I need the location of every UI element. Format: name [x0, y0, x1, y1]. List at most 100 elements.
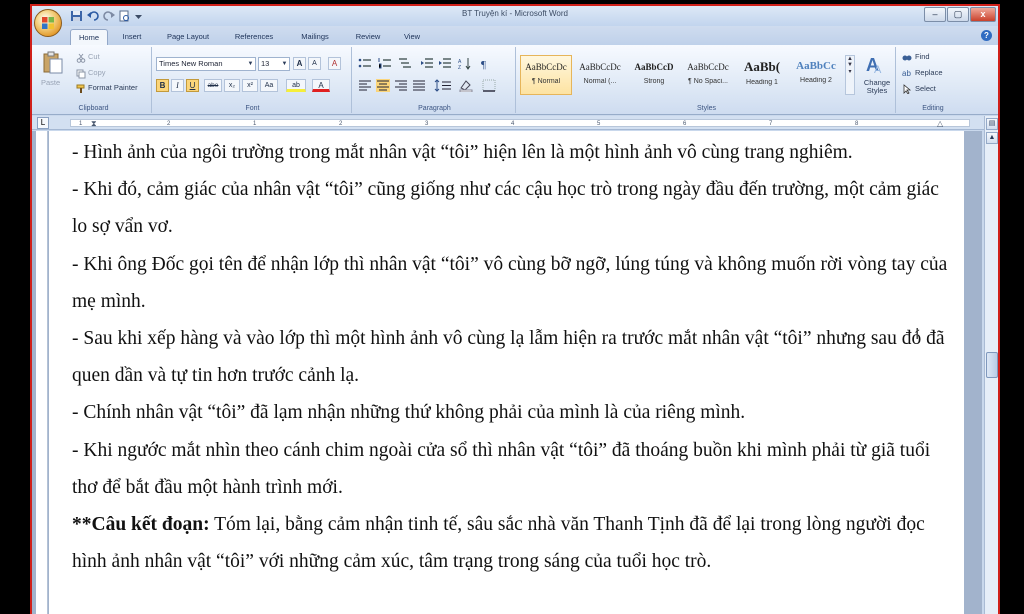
ruler-number: 5 [597, 121, 601, 127]
tab-selector[interactable]: L [37, 117, 49, 129]
paragraph-group-label: Paragraph [418, 105, 451, 112]
font-group-label: Font [245, 105, 260, 112]
scroll-up-icon[interactable]: ▲ [986, 132, 998, 144]
tab-home[interactable]: Home [70, 29, 108, 45]
style-sample: AaBbCcDc [579, 62, 621, 72]
font-color-button[interactable]: A [312, 79, 330, 92]
conclusion-paragraph[interactable]: **Câu kết đoạn: Tóm lại, bằng cảm nhận t… [72, 506, 952, 580]
tab-page-layout[interactable]: Page Layout [156, 29, 220, 45]
bold-button[interactable]: B [156, 79, 169, 92]
clear-formatting-button[interactable]: A [328, 57, 341, 70]
increase-indent-icon[interactable] [438, 57, 452, 70]
screen: BT Truyện kí - Microsoft Word – ▢ x Home… [0, 0, 1024, 614]
style-sample: AaBb( [743, 59, 781, 74]
style-normal-variant[interactable]: AaBbCcDc Normal (... [574, 55, 626, 95]
italic-button[interactable]: I [171, 79, 184, 92]
paste-icon[interactable] [42, 51, 64, 75]
ruler-number: 3 [425, 121, 429, 127]
select-button[interactable]: Select [915, 83, 936, 95]
decrease-indent-icon[interactable] [420, 57, 434, 70]
font-size-combo[interactable]: 13 ▼ [258, 57, 290, 71]
styles-group-label: Styles [696, 105, 717, 112]
paragraph[interactable]: - Hình ảnh của ngôi trường trong mắt nhâ… [72, 134, 952, 171]
copy-icon [76, 69, 86, 79]
ruler-number: 4 [511, 121, 515, 127]
copy-button[interactable]: Copy [88, 67, 106, 79]
minimize-button[interactable]: – [924, 7, 946, 22]
styles-group: AaBbCcDc ¶ Normal AaBbCcDc Normal (... A… [518, 47, 896, 113]
sort-icon[interactable]: AZ [458, 57, 472, 70]
indent-marker-icon[interactable]: ⧗ [91, 120, 97, 128]
horizontal-ruler[interactable]: 1 ⧗ 2 1 2 3 4 5 6 7 8 △ [70, 119, 970, 128]
vertical-ruler[interactable] [36, 131, 48, 614]
style-sample: AaBbCcD [634, 62, 674, 72]
style-normal[interactable]: AaBbCcDc ¶ Normal [520, 55, 572, 95]
tab-view[interactable]: View [394, 29, 430, 45]
scroll-thumb[interactable] [986, 352, 998, 378]
font-group: Times New Roman ▼ 13 ▼ A A A B I U abe x… [154, 47, 352, 113]
format-painter-button[interactable]: Format Painter [88, 82, 138, 94]
ruler-row: L 1 ⧗ 2 1 2 3 4 5 6 7 8 △ [32, 116, 998, 130]
editing-group-label: Editing [922, 105, 944, 112]
conclusion-label: **Câu kết đoạn: [72, 514, 210, 536]
find-button[interactable]: Find [915, 51, 930, 63]
style-heading-1[interactable]: AaBb( Heading 1 [736, 55, 788, 95]
paragraph[interactable]: - Chính nhân vật “tôi” đã lạm nhận những… [72, 394, 952, 431]
style-heading-2[interactable]: AaBbCc Heading 2 [790, 55, 842, 95]
document-page[interactable]: - Hình ảnh của ngôi trường trong mắt nhâ… [49, 131, 964, 614]
ruler-toggle-icon[interactable]: ▤ [986, 118, 998, 130]
tab-insert[interactable]: Insert [112, 29, 152, 45]
strikethrough-button[interactable]: abe [204, 79, 222, 92]
font-name-combo[interactable]: Times New Roman ▼ [156, 57, 256, 71]
replace-button[interactable]: Replace [915, 67, 943, 79]
vertical-scrollbar[interactable]: ▤ ▲ [984, 116, 998, 614]
align-right-icon[interactable] [394, 79, 408, 92]
svg-text:ab: ab [902, 69, 911, 78]
numbering-icon[interactable] [378, 57, 392, 70]
paragraph[interactable]: - Khi ông Đốc gọi tên để nhận lớp thì nh… [72, 246, 952, 320]
paste-label[interactable]: Paste [41, 77, 60, 89]
ruler-number: 2 [339, 121, 343, 127]
office-button[interactable] [34, 9, 62, 37]
superscript-button[interactable]: x² [242, 79, 258, 92]
close-button[interactable]: x [970, 7, 996, 22]
text-cursor-icon: I [915, 326, 920, 343]
style-strong[interactable]: AaBbCcD Strong [628, 55, 680, 95]
justify-icon[interactable] [412, 79, 426, 92]
change-styles-icon[interactable]: AA [865, 53, 887, 75]
tab-references[interactable]: References [224, 29, 284, 45]
cut-button[interactable]: Cut [88, 51, 100, 63]
shading-icon[interactable] [458, 79, 476, 92]
line-spacing-icon[interactable] [434, 79, 452, 92]
style-name: Heading 2 [800, 77, 832, 84]
style-no-spacing[interactable]: AaBbCcDc ¶ No Spaci... [682, 55, 734, 95]
show-paragraph-marks-icon[interactable]: ¶ [478, 57, 492, 70]
underline-button[interactable]: U [186, 79, 199, 92]
multilevel-list-icon[interactable] [398, 57, 412, 70]
svg-text:Z: Z [458, 65, 461, 70]
paragraph[interactable]: - Khi đó, cảm giác của nhân vật “tôi” cũ… [72, 171, 952, 245]
help-icon[interactable]: ? [981, 30, 992, 41]
shrink-font-button[interactable]: A [308, 57, 321, 70]
chevron-down-icon: ▼ [281, 61, 288, 67]
title-bar: BT Truyện kí - Microsoft Word – ▢ x [32, 6, 998, 26]
text-highlight-button[interactable]: ab [286, 79, 306, 92]
style-sample: AaBbCcDc [525, 62, 567, 72]
tab-mailings[interactable]: Mailings [288, 29, 342, 45]
document-body[interactable]: - Hình ảnh của ngôi trường trong mắt nhâ… [72, 134, 952, 580]
paragraph[interactable]: - Khi ngước mắt nhìn theo cánh chim ngoà… [72, 432, 952, 506]
word-window: BT Truyện kí - Microsoft Word – ▢ x Home… [30, 4, 1000, 614]
change-styles-button[interactable]: Change Styles [860, 79, 894, 95]
align-center-icon[interactable] [376, 79, 390, 92]
tab-review[interactable]: Review [346, 29, 390, 45]
paragraph[interactable]: - Sau khi xếp hàng và vào lớp thì một hì… [72, 320, 952, 394]
bullets-icon[interactable] [358, 57, 372, 70]
borders-icon[interactable] [482, 79, 498, 92]
align-left-icon[interactable] [358, 79, 372, 92]
maximize-button[interactable]: ▢ [947, 7, 969, 22]
change-case-button[interactable]: Aa [260, 79, 278, 92]
subscript-button[interactable]: x₂ [224, 79, 240, 92]
right-indent-marker-icon[interactable]: △ [937, 120, 943, 128]
grow-font-button[interactable]: A [293, 57, 306, 70]
styles-scroll-buttons[interactable]: ▲ ▼ ▾ [845, 55, 855, 95]
